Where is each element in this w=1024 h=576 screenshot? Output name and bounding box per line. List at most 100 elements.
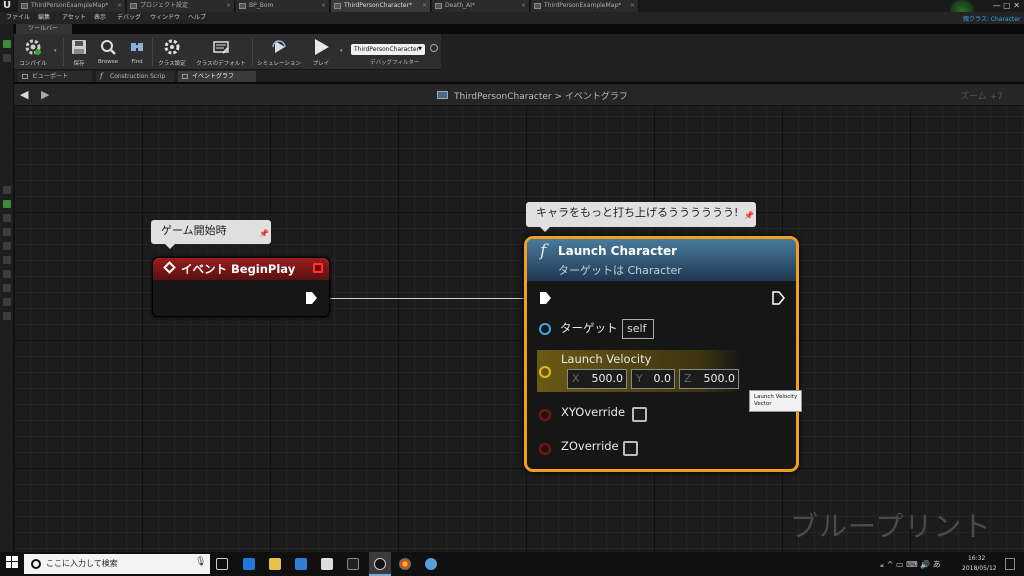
z-override-checkbox[interactable]: [623, 441, 638, 456]
menu-file[interactable]: ファイル: [6, 12, 30, 24]
add-icon[interactable]: [3, 40, 11, 48]
debug-filter-label: デバッグフィルター: [370, 60, 420, 66]
clock-time[interactable]: 16:32: [968, 555, 985, 562]
launch-velocity-pin[interactable]: [539, 366, 551, 378]
edge-browser-icon[interactable]: [243, 558, 255, 570]
velocity-z-value: 500.0: [703, 372, 736, 385]
simulation-button[interactable]: シミュレーション: [254, 36, 304, 70]
task-view-icon[interactable]: [216, 558, 228, 570]
panel-button[interactable]: [3, 298, 11, 306]
pin-tooltip: Launch Velocity Vector: [749, 390, 802, 412]
notification-icon[interactable]: [1005, 558, 1015, 570]
window-controls[interactable]: — ▢ ✕: [954, 0, 1024, 12]
close-icon[interactable]: ✕: [422, 0, 427, 12]
app-icon[interactable]: [425, 558, 437, 570]
find-button[interactable]: Find: [124, 36, 150, 70]
panel-button[interactable]: [3, 256, 11, 264]
clock-date[interactable]: 2018/05/12: [962, 565, 997, 572]
microphone-icon[interactable]: 🎙: [195, 557, 206, 567]
graph-canvas[interactable]: [14, 84, 1024, 552]
exec-out-pin[interactable]: [304, 291, 318, 305]
menu-help[interactable]: ヘルプ: [188, 12, 206, 24]
velocity-z-field[interactable]: Z 500.0: [679, 369, 739, 389]
doc-tab-death-ai[interactable]: Death_AI* ✕: [432, 0, 530, 12]
unreal-logo-icon[interactable]: U: [3, 0, 15, 12]
menu-asset[interactable]: アセット: [62, 12, 86, 24]
delegate-pin-icon[interactable]: [313, 263, 323, 273]
xy-override-checkbox[interactable]: [632, 407, 647, 422]
menu-view[interactable]: 表示: [94, 12, 106, 24]
panel-button[interactable]: [3, 214, 11, 222]
z-override-pin[interactable]: [539, 443, 551, 455]
play-button[interactable]: プレイ: [306, 36, 336, 70]
event-comment-bubble[interactable]: ゲーム開始時 📌: [151, 220, 271, 249]
parent-class-label[interactable]: 親クラス: Character: [963, 14, 1020, 23]
zoom-level: ズーム +7: [960, 92, 1003, 102]
exec-wire[interactable]: [322, 298, 530, 299]
target-self-field[interactable]: self: [622, 319, 654, 339]
menu-debug[interactable]: デバッグ: [117, 12, 141, 24]
file-explorer-icon[interactable]: [269, 558, 281, 570]
panel-button[interactable]: [3, 312, 11, 320]
save-button[interactable]: 保存: [66, 36, 92, 70]
velocity-x-field[interactable]: X 500.0: [567, 369, 627, 389]
exec-in-pin[interactable]: [538, 291, 552, 305]
close-icon[interactable]: ✕: [630, 0, 635, 12]
function-icon: f: [100, 72, 103, 80]
mail-icon[interactable]: [321, 558, 333, 570]
xy-override-pin[interactable]: [539, 409, 551, 421]
chrome-icon[interactable]: [399, 558, 411, 570]
panel-button[interactable]: [3, 270, 11, 278]
compile-dropdown-icon[interactable]: ▾: [54, 48, 57, 54]
back-arrow-icon[interactable]: ◀: [20, 88, 28, 101]
velocity-y-field[interactable]: Y 0.0: [631, 369, 675, 389]
breadcrumb[interactable]: ThirdPersonCharacter > イベントグラフ: [454, 89, 628, 102]
close-icon[interactable]: ✕: [321, 0, 326, 12]
doc-tab-map[interactable]: ThirdPersonExampleMap* ✕: [18, 0, 126, 12]
launch-comment-bubble[interactable]: キャラをもっと打ち上げるうううううう! 📌: [526, 202, 756, 232]
class-settings-button[interactable]: クラス設定: [154, 36, 190, 70]
close-icon[interactable]: ✕: [117, 0, 122, 12]
exec-out-pin[interactable]: [771, 291, 785, 305]
panel-button[interactable]: [3, 54, 11, 62]
browse-icon: [101, 40, 116, 55]
class-defaults-button[interactable]: クラスのデフォルト: [192, 36, 250, 70]
toolbar-tab[interactable]: ツールバー: [16, 24, 72, 34]
target-pin[interactable]: [539, 323, 551, 335]
forward-arrow-icon[interactable]: ▶: [41, 88, 49, 101]
debug-object-select[interactable]: ThirdPersonCharacter ▼: [351, 44, 425, 55]
tab-viewport[interactable]: ビューポート: [18, 71, 92, 82]
panel-button[interactable]: [3, 284, 11, 292]
pin-icon[interactable]: 📌: [259, 223, 269, 239]
panel-button[interactable]: [3, 186, 11, 194]
browse-button[interactable]: Browse: [94, 36, 122, 70]
epic-games-icon[interactable]: [347, 558, 359, 570]
menu-edit[interactable]: 編集: [38, 12, 50, 24]
close-icon[interactable]: ✕: [226, 0, 231, 12]
doc-tab-thirdpersoncharacter[interactable]: ThirdPersonCharacter* ✕: [331, 0, 431, 12]
add-icon[interactable]: [3, 200, 11, 208]
pin-icon[interactable]: 📌: [744, 205, 754, 221]
doc-tab-bp-bom[interactable]: BP_Bom ✕: [236, 0, 330, 12]
doc-tab-label: ThirdPersonCharacter*: [344, 2, 413, 9]
tab-event-graph[interactable]: イベントグラフ: [178, 71, 256, 82]
panel-button[interactable]: [3, 228, 11, 236]
doc-tab-label: BP_Bom: [249, 2, 274, 9]
doc-tab-map-2[interactable]: ThirdPersonExampleMap* ✕: [531, 0, 639, 12]
search-icon[interactable]: [430, 44, 438, 52]
menu-window[interactable]: ウィンドウ: [150, 12, 180, 24]
graph-icon: [437, 91, 448, 99]
play-dropdown-icon[interactable]: ▾: [340, 48, 343, 54]
store-icon[interactable]: [295, 558, 307, 570]
windows-start-icon[interactable]: [6, 556, 18, 568]
doc-tab-project-settings[interactable]: プロジェクト設定 ✕: [127, 0, 235, 12]
compile-button[interactable]: コンパイル: [16, 36, 50, 70]
system-tray[interactable]: 𝔁 ^ ▭ ⌨ 🔊 あ: [880, 559, 941, 570]
search-placeholder: ここに入力して検索: [46, 559, 118, 568]
close-icon[interactable]: ✕: [521, 0, 526, 12]
simulation-icon: [272, 40, 286, 53]
class-settings-icon: [164, 39, 180, 55]
tab-construction-script[interactable]: f Construction Scrip: [96, 71, 174, 82]
panel-button[interactable]: [3, 242, 11, 250]
tooltip-line-1: Launch Velocity: [754, 394, 798, 400]
